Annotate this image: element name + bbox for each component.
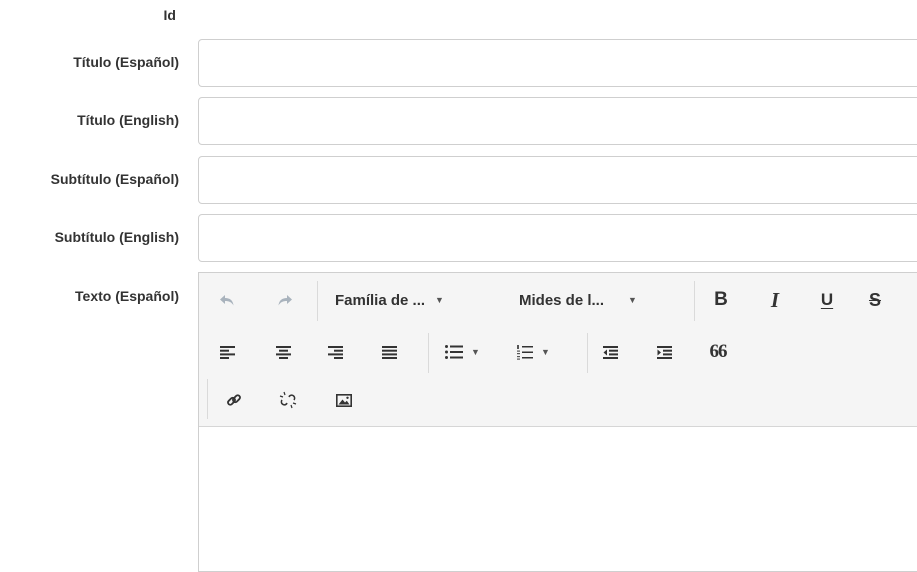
link-icon bbox=[226, 392, 242, 408]
outdent-icon bbox=[602, 345, 618, 359]
toolbar-separator bbox=[207, 379, 208, 419]
redo-button[interactable] bbox=[273, 285, 297, 315]
bullet-list-dropdown[interactable]: ▼ bbox=[445, 337, 480, 367]
align-left-icon bbox=[219, 345, 235, 359]
strikethrough-button[interactable]: S bbox=[863, 285, 887, 315]
font-size-dropdown[interactable]: Mides de l... ▼ bbox=[519, 285, 637, 315]
image-icon bbox=[336, 393, 352, 407]
texto-es-label: Texto (Español) bbox=[75, 288, 179, 304]
italic-icon: I bbox=[770, 287, 780, 312]
numbered-list-icon bbox=[517, 344, 533, 360]
caret-down-icon: ▼ bbox=[628, 295, 637, 305]
bold-button[interactable]: B bbox=[709, 285, 733, 315]
image-button[interactable] bbox=[333, 385, 355, 415]
titulo-en-input[interactable] bbox=[198, 97, 917, 145]
unlink-icon bbox=[279, 391, 297, 409]
align-center-icon bbox=[275, 345, 291, 359]
underline-icon: U bbox=[820, 290, 834, 309]
toolbar-separator bbox=[317, 281, 318, 321]
texto-es-editor: Família de ... ▼ Mides de l... ▼ B I U S bbox=[198, 272, 917, 572]
subtitulo-es-label: Subtítulo (Español) bbox=[50, 171, 179, 187]
toolbar-separator bbox=[694, 281, 695, 321]
font-family-dropdown-label: Família de ... bbox=[335, 291, 426, 309]
redo-icon bbox=[277, 293, 293, 307]
editor-content-area[interactable] bbox=[199, 426, 917, 571]
blockquote-icon: 66 bbox=[709, 341, 728, 362]
titulo-es-label: Título (Español) bbox=[73, 54, 179, 70]
align-left-button[interactable] bbox=[217, 337, 237, 367]
undo-icon bbox=[219, 293, 235, 307]
unlink-button[interactable] bbox=[277, 385, 299, 415]
caret-down-icon: ▼ bbox=[541, 347, 550, 357]
font-family-dropdown[interactable]: Família de ... ▼ bbox=[335, 285, 444, 315]
align-right-icon bbox=[327, 345, 343, 359]
toolbar-separator bbox=[428, 333, 429, 373]
outdent-button[interactable] bbox=[600, 337, 620, 367]
titulo-en-label: Título (English) bbox=[77, 112, 179, 128]
blockquote-button[interactable]: 66 bbox=[706, 337, 730, 367]
align-right-button[interactable] bbox=[325, 337, 345, 367]
underline-button[interactable]: U bbox=[815, 285, 839, 315]
align-justify-button[interactable] bbox=[379, 337, 399, 367]
toolbar-separator bbox=[587, 333, 588, 373]
caret-down-icon: ▼ bbox=[435, 295, 444, 305]
subtitulo-en-label: Subtítulo (English) bbox=[54, 229, 179, 245]
link-button[interactable] bbox=[223, 385, 245, 415]
bold-icon: B bbox=[714, 289, 728, 310]
indent-icon bbox=[656, 345, 672, 359]
strikethrough-icon: S bbox=[868, 289, 881, 310]
undo-button[interactable] bbox=[215, 285, 239, 315]
editor-toolbar: Família de ... ▼ Mides de l... ▼ B I U S bbox=[199, 273, 917, 427]
caret-down-icon: ▼ bbox=[471, 347, 480, 357]
numbered-list-dropdown[interactable]: ▼ bbox=[517, 337, 550, 367]
font-size-dropdown-label: Mides de l... bbox=[519, 291, 605, 309]
id-label: Id bbox=[163, 7, 176, 23]
align-justify-icon bbox=[381, 345, 397, 359]
subtitulo-es-input[interactable] bbox=[198, 156, 917, 204]
bullet-list-icon bbox=[445, 345, 463, 359]
subtitulo-en-input[interactable] bbox=[198, 214, 917, 262]
italic-button[interactable]: I bbox=[763, 285, 787, 315]
titulo-es-input[interactable] bbox=[198, 39, 917, 87]
align-center-button[interactable] bbox=[273, 337, 293, 367]
indent-button[interactable] bbox=[654, 337, 674, 367]
